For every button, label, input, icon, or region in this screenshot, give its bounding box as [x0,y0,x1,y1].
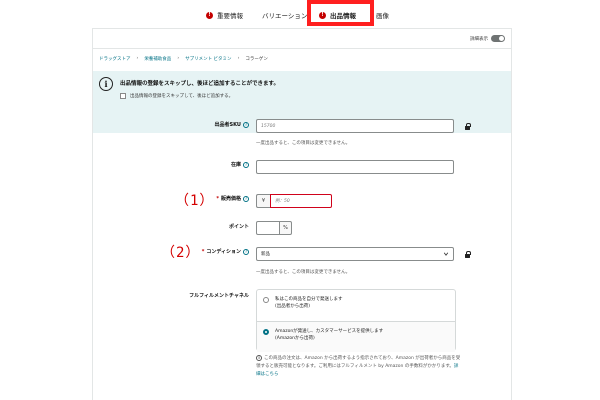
tab-images[interactable]: 画像 [376,10,389,20]
condition-label: * コンディション? [201,248,249,255]
sku-label: 出品者SKU? [214,121,249,128]
info-title: 出品情報の登録をスキップし、後ほど追加することができます。 [120,81,279,87]
help-icon[interactable]: ? [243,248,249,255]
lock-icon [465,251,471,258]
breadcrumb-item[interactable]: 栄養補助食品 [144,56,171,62]
advanced-view-toggle[interactable] [491,35,505,42]
listing-tabs: ! 重要情報 バリエーション ! 出品情報 画像 [200,0,410,27]
option-title: 私はこの商品を自分で発送します [275,297,343,302]
lock-icon [465,123,471,130]
tab-label: バリエーション [262,12,308,20]
tab-label: 重要情報 [217,12,243,20]
divider [93,48,511,49]
offer-panel: 詳細表示 ドラッグストア › 栄養補助食品 › サプリメント ビタミン › コラ… [92,28,512,400]
tab-label: 出品情報 [330,12,356,20]
alert-icon: ! [206,11,213,19]
fba-note: i この商品の注文は、Amazon から出荷するよう指示されており、Amazon … [256,355,461,379]
condition-value: 新品 [261,252,270,257]
chevron-right-icon: › [237,56,240,61]
chevron-right-icon: › [136,56,139,61]
skip-checkbox[interactable] [120,93,126,99]
breadcrumb: ドラッグストア › 栄養補助食品 › サプリメント ビタミン › コラーゲン [99,56,268,62]
points-input[interactable] [256,221,280,235]
currency-prefix: ¥ [256,194,270,208]
alert-icon: ! [319,11,326,19]
skip-checkbox-label[interactable]: 出品情報の登録をスキップして、後ほど追加する。 [130,93,233,99]
condition-select[interactable]: 新品 [256,247,454,261]
condition-hint: 一度出品すると、この項目は変更できません。 [256,270,351,275]
tab-important-info[interactable]: ! 重要情報 [206,10,243,20]
sku-hint: 一度出品すると、この項目は変更できません。 [256,141,351,146]
price-label: * 販売価格? [216,195,249,202]
option-subtitle: (Amazonから出荷) [275,336,315,341]
chevron-right-icon: › [177,56,180,61]
sku-input[interactable]: 15700 [256,119,454,133]
fulfillment-option-amazon[interactable]: Amazonが発送し、カスタマーサービスを提供します (Amazonから出荷) [257,321,455,352]
stock-input[interactable] [256,160,454,174]
fulfillment-label: フルフィルメントチャネル [189,293,249,299]
fulfillment-option-merchant[interactable]: 私はこの商品を自分で発送します (出品者から出荷) [257,290,455,321]
breadcrumb-item[interactable]: サプリメント ビタミン [185,56,231,62]
advanced-view-toggle-row: 詳細表示 [470,35,505,42]
chevron-down-icon [443,252,449,256]
required-mark: * [201,249,205,255]
tab-variations[interactable]: バリエーション [262,10,307,20]
annotation-2: （2） [161,245,201,261]
toggle-label: 詳細表示 [470,36,488,42]
option-subtitle: (出品者から出荷) [275,304,311,309]
note-text: この商品の注文は、Amazon から出荷するよう指示されており、Amazon が… [256,356,461,369]
tab-offer[interactable]: ! 出品情報 [319,10,356,20]
help-icon[interactable]: ? [243,161,249,168]
required-mark: * [216,196,219,202]
info-icon: i [99,77,113,91]
annotation-1: （1） [175,193,215,209]
info-icon: i [256,355,262,361]
breadcrumb-current: コラーゲン [245,57,268,62]
percent-suffix: % [280,221,292,235]
stock-label: 在庫? [230,161,249,168]
fulfillment-options: 私はこの商品を自分で発送します (出品者から出荷) Amazonが発送し、カスタ… [256,289,456,352]
radio-button-selected[interactable] [263,329,269,335]
help-icon[interactable]: ? [243,121,249,128]
radio-button[interactable] [263,297,269,303]
price-input[interactable]: 例：50 [270,194,332,208]
tab-offer-highlight: ! 出品情報 [307,0,374,26]
help-icon[interactable]: ? [243,195,249,202]
tab-label: 画像 [376,12,389,20]
breadcrumb-item[interactable]: ドラッグストア [99,56,131,62]
points-label: ポイント [228,224,249,230]
option-title: Amazonが発送し、カスタマーサービスを提供します [275,329,384,334]
